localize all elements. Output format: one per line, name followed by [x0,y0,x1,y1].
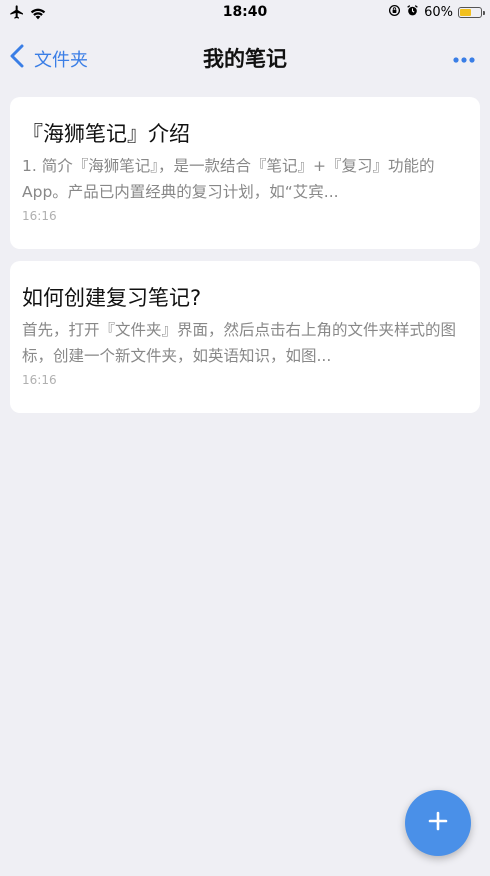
status-bar: 18:40 60% [0,0,490,26]
battery-icon [458,7,485,18]
note-title: 如何创建复习笔记? [22,286,202,310]
more-icon [453,48,475,67]
note-card[interactable]: 『海狮笔记』介绍 1. 简介『海狮笔记』，是一款结合『笔记』+『复习』功能的Ap… [10,97,480,249]
orientation-lock-icon [388,4,401,21]
battery-level [460,9,471,16]
plus-icon [428,811,448,835]
battery-percent: 60% [424,5,453,20]
nav-bar: 文件夹 我的笔记 [0,30,490,84]
more-button[interactable] [450,46,478,68]
alarm-icon [406,4,419,21]
note-time: 16:16 [22,373,57,387]
note-preview: 1. 简介『海狮笔记』，是一款结合『笔记』+『复习』功能的App。产品已内置经典… [22,157,435,201]
note-time: 16:16 [22,209,57,223]
note-title: 『海狮笔记』介绍 [22,122,190,146]
note-preview: 首先，打开『文件夹』界面，然后点击右上角的文件夹样式的图标，创建一个新文件夹，如… [22,321,457,365]
page-title: 我的笔记 [203,47,287,71]
add-note-button[interactable] [405,790,471,856]
status-right: 60% [388,4,485,21]
note-card[interactable]: 如何创建复习笔记? 首先，打开『文件夹』界面，然后点击右上角的文件夹样式的图标，… [10,261,480,413]
note-list: 『海狮笔记』介绍 1. 简介『海狮笔记』，是一款结合『笔记』+『复习』功能的Ap… [10,97,480,425]
